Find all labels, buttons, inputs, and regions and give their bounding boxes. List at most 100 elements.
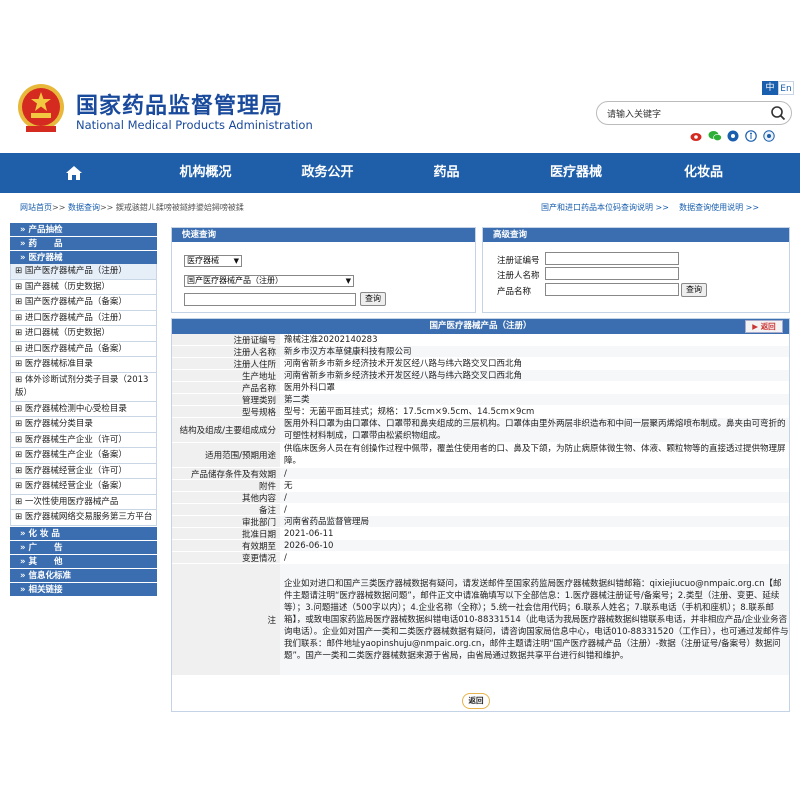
- detail-row: 注册人名称 新乡市汉方本草健康科技有限公司: [172, 346, 789, 358]
- database-select[interactable]: 国产医疗器械产品（注册） ▼: [184, 275, 354, 287]
- site-subtitle[interactable]: National Medical Products Administration: [76, 118, 313, 132]
- query-help-link[interactable]: 数据查询使用说明 >>: [679, 203, 759, 212]
- advanced-search-panel: 高级查询 注册证编号 注册人名称 产品名称 查询: [482, 227, 790, 313]
- breadcrumb-separator: >>: [99, 203, 114, 212]
- registrant-name-input[interactable]: [545, 267, 679, 280]
- field-label: 变更情况: [172, 552, 280, 564]
- sidebar-cat-other[interactable]: » 其 他: [10, 554, 157, 568]
- chevron-down-icon: ▼: [233, 257, 239, 265]
- sidebar-item[interactable]: ⊞ 进口器械（历史数据）: [10, 326, 157, 342]
- sidebar-item[interactable]: ⊞ 医疗器械网络交易服务第三方平台: [10, 510, 157, 526]
- field-value: 河南省新乡市新乡经济技术开发区经八路与纬六路交叉口西北角: [284, 358, 523, 369]
- sidebar-item[interactable]: ⊞ 国产器械（历史数据）: [10, 279, 157, 295]
- nav-item-cosmetics[interactable]: 化妆品: [651, 153, 756, 193]
- lang-chinese-button[interactable]: 中: [762, 81, 778, 95]
- back-button[interactable]: ▶ 返回: [745, 320, 783, 333]
- breadcrumb-query-link[interactable]: 数据查询: [68, 203, 100, 212]
- site-title[interactable]: 国家药品监督管理局: [76, 88, 283, 120]
- field-label: 产品名称: [172, 382, 280, 394]
- sidebar-item[interactable]: ⊞ 医疗器械标准目录: [10, 357, 157, 373]
- field-label: 备注: [172, 504, 280, 516]
- field-value: 新乡市汉方本草健康科技有限公司: [280, 346, 789, 357]
- field-value: /: [280, 468, 789, 479]
- field-value: 豫械注准20202140283: [284, 334, 378, 345]
- advanced-search-button[interactable]: 查询: [681, 283, 707, 297]
- lang-english-button[interactable]: En: [778, 81, 794, 95]
- sidebar-cat-drugs[interactable]: » 药 品: [10, 236, 157, 250]
- field-value: /: [284, 504, 287, 515]
- sidebar-item[interactable]: ⊞ 医疗器械经营企业（许可）: [10, 463, 157, 479]
- sidebar-item[interactable]: ⊞ 国产医疗器械产品（注册）: [10, 264, 157, 280]
- detail-row: 注册人住所 河南省新乡市新乡经济技术开发区经八路与纬六路交叉口西北角: [172, 358, 789, 370]
- accessibility-icon[interactable]: [744, 130, 758, 142]
- app-icon[interactable]: [726, 130, 740, 142]
- weibo-icon[interactable]: [690, 130, 704, 142]
- sidebar-item[interactable]: ⊞ 医疗器械生产企业（备案）: [10, 448, 157, 464]
- detail-row: 批准日期 2021-06-11: [172, 528, 789, 540]
- field-value: 企业如对进口和国产三类医疗器械数据有疑问，请发送邮件至国家药监局医疗器械数据纠错…: [280, 564, 789, 675]
- breadcrumb-home-link[interactable]: 网站首页: [20, 203, 52, 212]
- national-emblem-icon[interactable]: [16, 82, 66, 134]
- home-icon[interactable]: [0, 153, 148, 193]
- field-value: 河南省药品监督管理局: [280, 516, 789, 527]
- sidebar-item[interactable]: ⊞ 医疗器械分类目录: [10, 417, 157, 433]
- detail-row: 管理类别 第二类: [172, 394, 789, 406]
- field-label: 注册人住所: [172, 358, 280, 370]
- bottom-back-button[interactable]: 返回: [462, 693, 490, 709]
- field-label: 批准日期: [172, 528, 280, 540]
- registration-number-input[interactable]: [545, 252, 679, 265]
- detail-row: 型号规格 型号：无菌平面耳挂式；规格：17.5cm×9.5cm、14.5cm×9c…: [172, 406, 789, 418]
- detail-row: 附件无: [172, 480, 789, 492]
- field-label: 附件: [172, 480, 280, 492]
- nav-item-government[interactable]: 政务公开: [263, 153, 392, 193]
- detail-row: 适用范围/预期用途 供临床医务人员在有创操作过程中佩带，覆盖住使用者的口、鼻及下颌…: [172, 443, 789, 468]
- sidebar-item[interactable]: ⊞ 医疗器械生产企业（许可）: [10, 432, 157, 448]
- sidebar-item[interactable]: ⊞ 进口医疗器械产品（备案）: [10, 341, 157, 357]
- breadcrumb: 网站首页>> 数据查询>> 鍥戒骇鍣ㄦ鍒嗙被鐩綍鍙婄鐞嗙被鍒 国产和进口药品本位…: [0, 199, 800, 217]
- category-select[interactable]: 医疗器械 ▼: [184, 255, 242, 267]
- detail-row: 注企业如对进口和国产三类医疗器械数据有疑问，请发送邮件至国家药监局医疗器械数据纠…: [172, 564, 789, 676]
- nav-item-devices[interactable]: 医疗器械: [501, 153, 651, 193]
- search-icon[interactable]: [769, 104, 787, 122]
- field-value: 型号：无菌平面耳挂式；规格：17.5cm×9.5cm、14.5cm×9cm: [284, 406, 535, 417]
- sidebar-item[interactable]: ⊞ 体外诊断试剂分类子目录（2013版）: [10, 372, 157, 402]
- quick-search-title: 快速查询: [172, 228, 475, 242]
- sidebar-item[interactable]: ⊞ 进口医疗器械产品（注册）: [10, 310, 157, 326]
- sidebar-cat-cosmetics[interactable]: » 化 妆 品: [10, 526, 157, 540]
- sidebar-item[interactable]: ⊞ 一次性使用医疗器械产品: [10, 494, 157, 510]
- field-value: 河南省新乡市新乡经济技术开发区经八路与纬六路交叉口西北角: [280, 370, 789, 381]
- field-value: 2026-06-10: [280, 540, 789, 551]
- product-name-label: 产品名称: [497, 287, 532, 297]
- field-label: 结构及组成/主要组成成分: [172, 418, 280, 442]
- detail-row: 注册证编号 豫械注准20202140283: [172, 334, 789, 346]
- nav-item-institutions[interactable]: 机构概况: [148, 153, 263, 193]
- field-label: 注: [172, 564, 280, 675]
- quick-search-panel: 快速查询 医疗器械 ▼ 国产医疗器械产品（注册） ▼ 查询: [171, 227, 476, 313]
- sidebar-item[interactable]: ⊞ 医疗器械经营企业（备案）: [10, 479, 157, 495]
- field-label: 审批部门: [172, 516, 280, 528]
- quick-search-input[interactable]: [184, 293, 356, 306]
- sidebar-cat-links[interactable]: » 相关链接: [10, 582, 157, 596]
- main-nav: 机构概况 政务公开 药品 医疗器械 化妆品: [0, 153, 800, 193]
- field-label: 生产地址: [172, 370, 280, 382]
- wechat-icon[interactable]: [708, 130, 722, 142]
- social-links: [690, 130, 776, 142]
- quick-search-button[interactable]: 查询: [360, 292, 386, 306]
- product-name-input[interactable]: [545, 283, 679, 296]
- search-input[interactable]: 请输入关键字: [596, 101, 792, 125]
- sidebar-cat-devices[interactable]: » 医疗器械: [10, 250, 157, 264]
- site-header: 国家药品监督管理局 National Medical Products Admi…: [0, 0, 800, 152]
- sidebar-item[interactable]: ⊞ 国产医疗器械产品（备案）: [10, 295, 157, 311]
- detail-row: 其他内容 /: [172, 492, 789, 504]
- sidebar-cat-products[interactable]: » 产品抽检: [10, 222, 157, 236]
- nav-item-drugs[interactable]: 药品: [392, 153, 501, 193]
- breadcrumb-current: 鍥戒骇鍣ㄦ鍒嗙被鐩綍鍙婄鐞嗙被鍒: [115, 203, 244, 212]
- detail-table: 国产医疗器械产品（注册） ▶ 返回 注册证编号 豫械注准20202140283 注册…: [171, 318, 790, 712]
- sidebar-cat-info-standards[interactable]: » 信息化标准: [10, 568, 157, 582]
- sidebar-item[interactable]: ⊞ 医疗器械检测中心受检目录: [10, 401, 157, 417]
- elder-mode-icon[interactable]: [762, 130, 776, 142]
- field-value: 医用外科口罩: [284, 382, 336, 393]
- sidebar-cat-ads[interactable]: » 广 告: [10, 540, 157, 554]
- detail-row: 产品储存条件及有效期 /: [172, 468, 789, 480]
- ndc-help-link[interactable]: 国产和进口药品本位码查询说明 >>: [541, 203, 669, 212]
